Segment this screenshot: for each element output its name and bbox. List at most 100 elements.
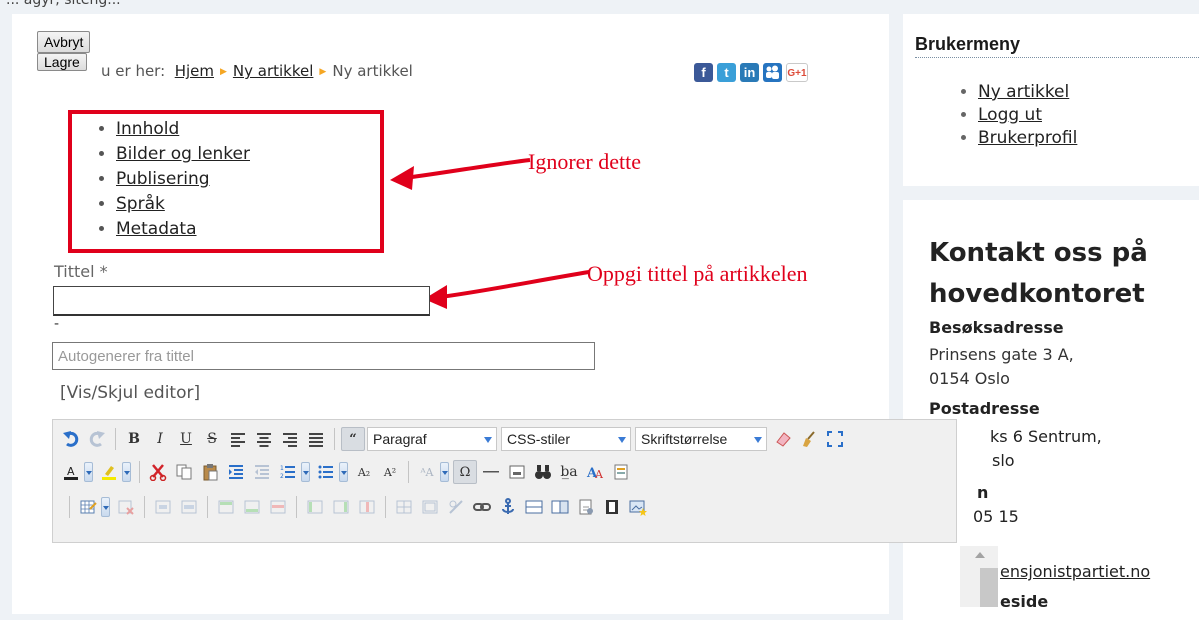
- text-color-dropdown[interactable]: [84, 462, 93, 482]
- undo-icon[interactable]: [59, 427, 83, 451]
- scrollbar-thumb[interactable]: [980, 568, 998, 607]
- visit-address-line-2: 0154 Oslo: [929, 369, 1010, 388]
- format-select[interactable]: Paragraf: [367, 427, 497, 451]
- font-style-icon[interactable]: AA: [583, 460, 607, 484]
- chevron-down-icon: [481, 428, 496, 450]
- postal-address-line-1: ks 6 Sentrum,: [990, 427, 1102, 446]
- email-link-fragment[interactable]: ensjonistpartiet.no: [1000, 562, 1150, 581]
- delete-col-icon[interactable]: [355, 495, 379, 519]
- numbered-list-icon[interactable]: 12: [276, 460, 300, 484]
- toolbar-separator: [385, 496, 386, 518]
- delete-row-icon[interactable]: [266, 495, 290, 519]
- align-right-icon[interactable]: [278, 427, 302, 451]
- format-select-value: Paragraf: [373, 431, 427, 447]
- insert-table-dropdown[interactable]: [101, 497, 110, 517]
- merge-cells-icon[interactable]: [418, 495, 442, 519]
- menu-link-logout[interactable]: Logg ut: [978, 105, 1042, 125]
- character-map-dropdown[interactable]: [440, 462, 449, 482]
- toolbar-separator: [207, 496, 208, 518]
- css-styles-select-value: CSS-stiler: [507, 431, 571, 447]
- scroll-up-arrow-icon[interactable]: [975, 552, 985, 558]
- character-map-icon[interactable]: ᴬA: [415, 460, 439, 484]
- cut-icon[interactable]: [146, 460, 170, 484]
- insert-row-after-icon[interactable]: [240, 495, 264, 519]
- copy-icon[interactable]: [172, 460, 196, 484]
- anchor-icon[interactable]: [496, 495, 520, 519]
- delete-table-icon[interactable]: [114, 495, 138, 519]
- blockquote-icon[interactable]: “: [341, 427, 365, 451]
- strikethrough-icon[interactable]: S: [200, 427, 224, 451]
- numbered-list-dropdown[interactable]: [301, 462, 310, 482]
- cell-props-icon[interactable]: [151, 495, 175, 519]
- italic-icon[interactable]: I: [148, 427, 172, 451]
- row-props-icon[interactable]: [177, 495, 201, 519]
- fullscreen-icon[interactable]: [823, 427, 847, 451]
- bullet-list-dropdown[interactable]: [339, 462, 348, 482]
- user-menu-title: Brukermeny: [915, 34, 1021, 54]
- eraser-icon[interactable]: [771, 427, 795, 451]
- outdent-icon[interactable]: [250, 460, 274, 484]
- highlight-color-dropdown[interactable]: [122, 462, 131, 482]
- svg-text:A: A: [594, 468, 604, 481]
- phone-fragment: 05 15: [973, 507, 1019, 526]
- cleanup-broom-icon[interactable]: [797, 427, 821, 451]
- menu-item-profile: Brukerprofil: [978, 127, 1077, 150]
- alias-input[interactable]: [52, 342, 595, 370]
- annotation-arrow-ignore: [404, 158, 531, 180]
- alias-dash: -: [54, 316, 60, 332]
- toolbar-row-2: A 12 A₂ A² ᴬA Ω b̲a AA: [59, 460, 635, 484]
- redo-icon[interactable]: [85, 427, 109, 451]
- highlight-color-icon[interactable]: [97, 460, 121, 484]
- insert-iframe-icon[interactable]: [548, 495, 572, 519]
- align-justify-icon[interactable]: [304, 427, 328, 451]
- insert-link-icon[interactable]: [470, 495, 494, 519]
- insert-table-icon[interactable]: [76, 495, 100, 519]
- postal-address-line-2: slo: [992, 451, 1015, 470]
- toggle-editor-link[interactable]: [Vis/Skjul editor]: [60, 383, 200, 403]
- insert-col-before-icon[interactable]: [303, 495, 327, 519]
- insert-image-icon[interactable]: [522, 495, 546, 519]
- bold-icon[interactable]: B: [122, 427, 146, 451]
- contact-heading-fragment: n: [977, 483, 989, 502]
- text-color-icon[interactable]: A: [59, 460, 83, 484]
- chevron-down-icon: [615, 428, 630, 450]
- special-character-icon[interactable]: Ω: [453, 460, 477, 484]
- visit-address-heading: Besøksadresse: [929, 318, 1064, 337]
- title-input[interactable]: [53, 286, 430, 316]
- menu-item-new-article: Ny artikkel: [978, 81, 1077, 104]
- horizontal-rule-icon[interactable]: [479, 460, 503, 484]
- indent-icon[interactable]: [224, 460, 248, 484]
- user-menu-divider: [915, 57, 1199, 58]
- annotation-arrow-title: [439, 270, 590, 299]
- menu-link-profile[interactable]: Brukerprofil: [978, 128, 1077, 148]
- template-icon[interactable]: [609, 460, 633, 484]
- page-break-icon[interactable]: [505, 460, 529, 484]
- align-left-icon[interactable]: [226, 427, 250, 451]
- insert-media-icon[interactable]: [600, 495, 624, 519]
- subscript-icon[interactable]: A₂: [352, 460, 376, 484]
- annotation-arrow-ignore-head: [390, 166, 414, 190]
- insert-row-before-icon[interactable]: [214, 495, 238, 519]
- paste-icon[interactable]: [198, 460, 222, 484]
- font-size-select[interactable]: Skriftstørrelse: [635, 427, 767, 451]
- css-styles-select[interactable]: CSS-stiler: [501, 427, 631, 451]
- superscript-icon[interactable]: A²: [378, 460, 402, 484]
- split-cells-icon[interactable]: [392, 495, 416, 519]
- editor-scrollbar[interactable]: [960, 546, 998, 607]
- user-menu-list: Ny artikkel Logg ut Brukerprofil: [944, 81, 1077, 150]
- title-label: Tittel *: [54, 262, 108, 281]
- unlink-icon[interactable]: [444, 495, 468, 519]
- toolbar-separator: [408, 461, 409, 483]
- toolbar-separator: [139, 461, 140, 483]
- menu-item-logout: Logg ut: [978, 104, 1077, 127]
- menu-link-new-article[interactable]: Ny artikkel: [978, 82, 1069, 102]
- replace-icon[interactable]: b̲a: [557, 460, 581, 484]
- find-binoculars-icon[interactable]: [531, 460, 555, 484]
- align-center-icon[interactable]: [252, 427, 276, 451]
- insert-gallery-icon[interactable]: [626, 495, 650, 519]
- insert-col-after-icon[interactable]: [329, 495, 353, 519]
- insert-file-icon[interactable]: [574, 495, 598, 519]
- contact-title: Kontakt oss på hovedkontoret: [929, 238, 1148, 309]
- underline-icon[interactable]: U: [174, 427, 198, 451]
- bullet-list-icon[interactable]: [314, 460, 338, 484]
